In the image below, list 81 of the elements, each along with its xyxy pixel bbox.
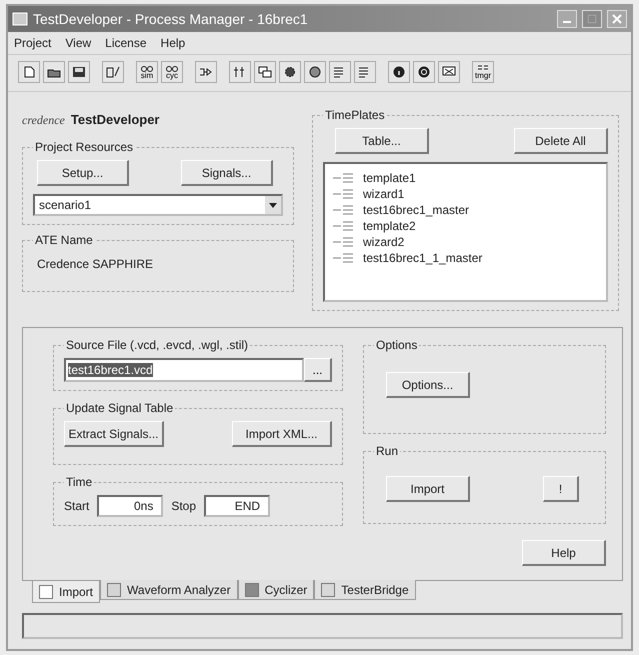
save-icon: [72, 66, 86, 78]
toolbar-button[interactable]: [229, 61, 251, 83]
gear-icon: [283, 66, 297, 78]
close-icon: [612, 14, 622, 24]
caret-icon: [269, 202, 277, 208]
group-title: Time: [65, 475, 94, 489]
group-title: Project Resources: [34, 140, 134, 154]
tab[interactable]: Waveform Analyzer: [100, 580, 238, 600]
toolbar-button[interactable]: [254, 61, 276, 83]
toolbar-button[interactable]: [438, 61, 460, 83]
maximize-icon: [588, 15, 596, 23]
list-item[interactable]: wizard1: [363, 187, 404, 201]
group-title: Run: [375, 444, 400, 458]
toolbar-button[interactable]: tmgr: [472, 61, 494, 83]
stop-label: Stop: [171, 499, 196, 513]
toolbar-button[interactable]: [43, 61, 65, 83]
list-item[interactable]: wizard2: [363, 235, 404, 249]
toolbar-button[interactable]: [354, 61, 376, 83]
maximize-button[interactable]: [582, 10, 602, 28]
list-item[interactable]: template1: [363, 171, 416, 185]
toolbar-button[interactable]: [18, 61, 40, 83]
window-title: TestDeveloper - Process Manager - 16brec1: [33, 11, 309, 27]
dialog-button[interactable]: Table...: [335, 128, 429, 154]
windows-icon: [258, 66, 272, 78]
timeplate-icon: [333, 204, 355, 216]
run-button[interactable]: Import: [386, 476, 470, 502]
toolbar-button[interactable]: [279, 61, 301, 83]
dialog-button[interactable]: Setup...: [37, 160, 129, 186]
toolbar-button[interactable]: [195, 61, 217, 83]
dialog-button[interactable]: Delete All: [514, 128, 608, 154]
menu-item[interactable]: Project: [14, 36, 52, 50]
timeplate-icon: [333, 236, 355, 248]
group-title: Options: [375, 338, 418, 352]
help-button[interactable]: Help: [522, 540, 606, 566]
toolbar-button[interactable]: cyc: [161, 61, 183, 83]
menu-item[interactable]: Help: [160, 36, 186, 50]
new-file-icon: [22, 66, 36, 78]
start-label: Start: [64, 499, 90, 513]
list-item[interactable]: test16brec1_master: [363, 203, 470, 217]
source-file-field[interactable]: test16brec1.vcd: [64, 358, 304, 382]
toolbar-button[interactable]: [413, 61, 435, 83]
gate-icon: [199, 66, 213, 78]
group-title: TimePlates: [324, 108, 386, 122]
ate-name: Credence SAPPHIRE: [36, 256, 154, 273]
info-icon: [392, 66, 406, 78]
tab[interactable]: Cyclizer: [238, 580, 314, 600]
browse-button[interactable]: ...: [304, 358, 332, 382]
run-button[interactable]: !: [543, 476, 579, 502]
dialog-button[interactable]: Extract Signals...: [64, 421, 164, 447]
glasses-icon: [165, 64, 179, 72]
timeplate-icon: [333, 188, 355, 200]
toolbar-button[interactable]: [329, 61, 351, 83]
tab[interactable]: Import: [32, 581, 100, 603]
toolbar-button[interactable]: [68, 61, 90, 83]
tab[interactable]: TesterBridge: [314, 580, 416, 600]
timeplate-icon: [333, 220, 355, 232]
dialog-button[interactable]: Import XML...: [232, 421, 332, 447]
toolbar-button[interactable]: [388, 61, 410, 83]
product-name: TestDeveloper: [70, 112, 160, 127]
glasses-icon: [140, 64, 154, 72]
dialog-button[interactable]: Signals...: [181, 160, 273, 186]
toolbar-button[interactable]: [304, 61, 326, 83]
timeplate-icon: [333, 252, 355, 264]
group-title: ATE Name: [34, 233, 94, 247]
timeplate-icon: [333, 172, 355, 184]
toolbar-button[interactable]: [102, 61, 124, 83]
logo: credence: [22, 113, 65, 128]
menu-item[interactable]: View: [65, 36, 92, 50]
menu-item[interactable]: License: [105, 36, 147, 50]
toolbar-button[interactable]: sim: [136, 61, 158, 83]
list-item[interactable]: test16brec1_1_master: [363, 251, 482, 265]
circle-icon: [417, 66, 431, 78]
group-title: Update Signal Table: [65, 401, 174, 415]
app-icon: [12, 12, 28, 26]
options-button[interactable]: Options...: [386, 372, 470, 398]
stop-field[interactable]: END: [204, 495, 270, 517]
pencil-icon: [106, 66, 120, 78]
start-field[interactable]: 0ns: [97, 495, 164, 517]
list-item[interactable]: template2: [363, 219, 416, 233]
scenario-dropdown[interactable]: scenario1: [33, 194, 283, 216]
group-title: Source File (.vcd, .evcd, .wgl, .stil): [65, 338, 250, 352]
